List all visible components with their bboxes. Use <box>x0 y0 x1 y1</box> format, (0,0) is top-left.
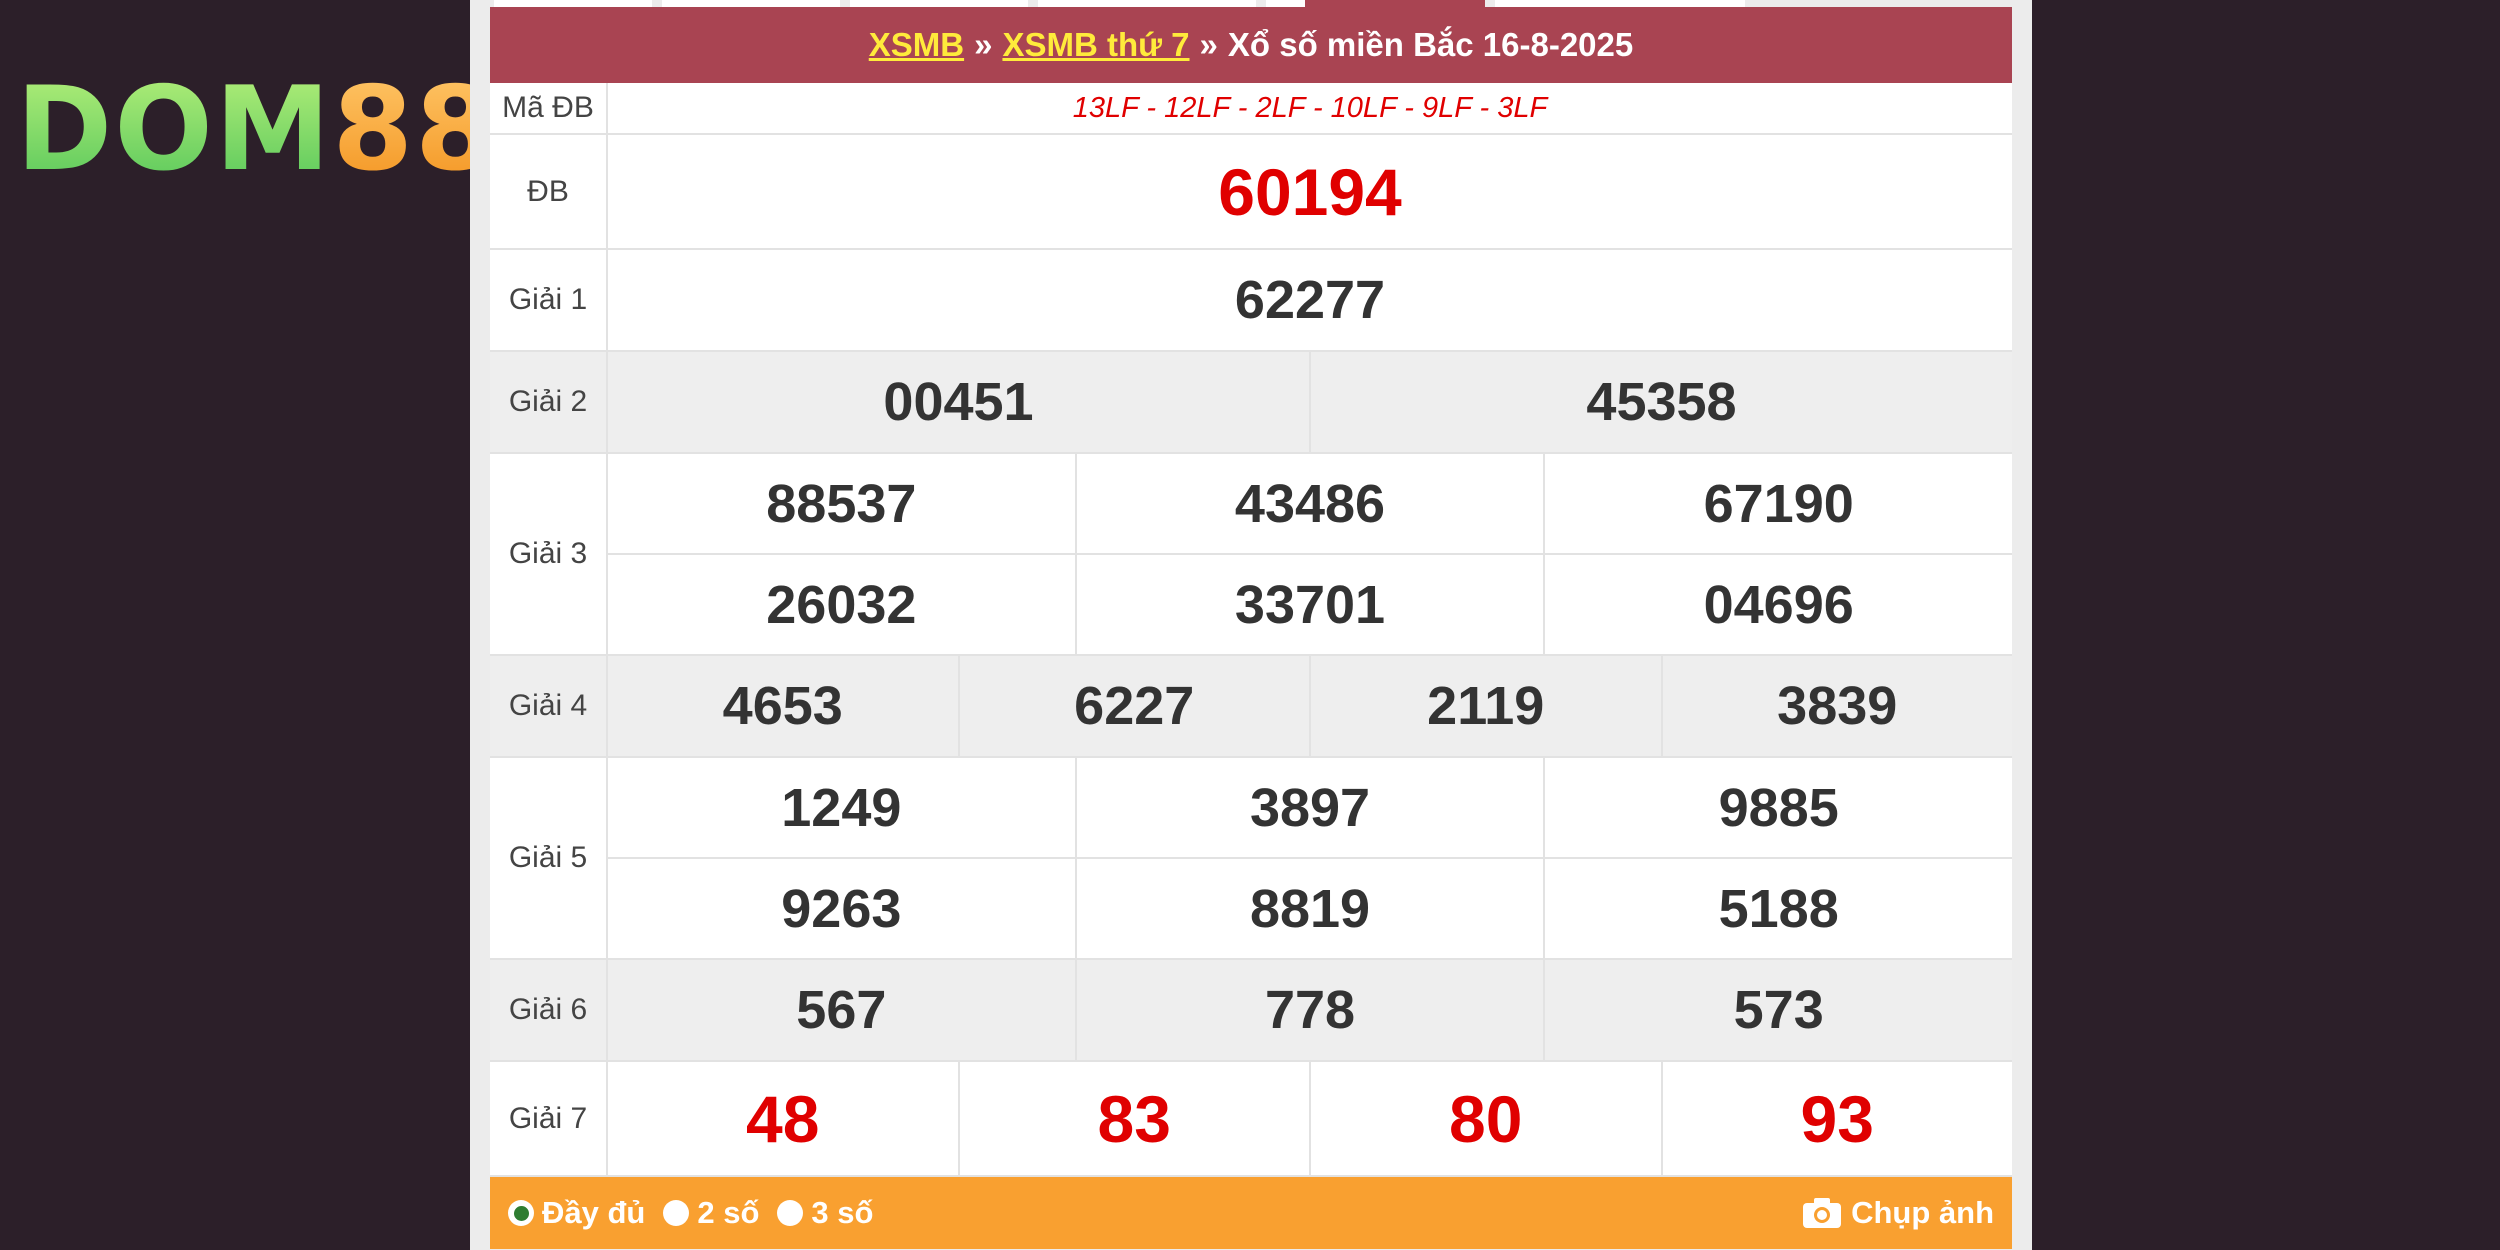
number-cell: 04696 <box>1543 555 2012 654</box>
number-cell: 3839 <box>1660 656 2013 756</box>
row-label: Giải 7 <box>490 1062 608 1175</box>
logo-text-dom: DOM <box>16 62 333 197</box>
row-label: Giải 6 <box>490 960 608 1060</box>
tab-3[interactable] <box>850 0 1028 7</box>
option-label: 2 số <box>697 1195 760 1230</box>
display-options-bar: Đầy đủ 2 số 3 số Chụp ảnh <box>490 1177 2012 1249</box>
option-full[interactable]: Đầy đủ <box>508 1195 645 1231</box>
row-ma-db: Mã ĐB 13LF - 12LF - 2LF - 10LF - 9LF - 3… <box>490 83 2012 135</box>
camera-icon <box>1803 1198 1842 1228</box>
number-cell: 5188 <box>1543 859 2012 958</box>
row-giai-7: Giải 7 48 83 80 93 <box>490 1062 2012 1177</box>
row-label: Giải 4 <box>490 656 608 756</box>
row-label: Giải 5 <box>490 758 608 958</box>
breadcrumb-separator: » <box>974 26 993 63</box>
number-cell: 26032 <box>766 574 917 635</box>
breadcrumb: XSMB » XSMB thứ 7 » Xổ số miền Bắc 16-8-… <box>490 7 2012 83</box>
breadcrumb-separator: » <box>1199 26 1218 63</box>
row-label: Giải 1 <box>490 250 608 350</box>
row-db: ĐB 60194 <box>490 135 2012 250</box>
number-cell: 43486 <box>1074 454 1544 553</box>
tab-2[interactable] <box>662 0 840 7</box>
row-giai-5: Giải 5 1249 3897 9885 9263 8819 5188 <box>490 758 2012 960</box>
breadcrumb-xsmb-link[interactable]: XSMB <box>869 26 964 64</box>
results-panel: XSMB » XSMB thứ 7 » Xổ số miền Bắc 16-8-… <box>470 0 2032 1250</box>
number-cell: 45358 <box>1309 352 2012 452</box>
radio-selected-icon[interactable] <box>508 1200 534 1226</box>
capture-button[interactable]: Chụp ảnh <box>1801 1195 1994 1231</box>
number-cell-red: 80 <box>1309 1062 1661 1175</box>
page-title: Xổ số miền Bắc 16-8-2025 <box>1227 26 1634 63</box>
ma-db-value: 13LF - 12LF - 2LF - 10LF - 9LF - 3LF <box>1072 91 1548 124</box>
number-cell: 00451 <box>883 372 1034 432</box>
capture-label: Chụp ảnh <box>1851 1195 1994 1230</box>
brand-logo: DOM88 <box>16 72 498 188</box>
number-cell: 567 <box>796 980 887 1040</box>
option-label: Đầy đủ <box>542 1195 646 1230</box>
number-cell: 1249 <box>781 777 902 838</box>
number-cell-red: 93 <box>1660 1062 2013 1175</box>
results-table: XSMB » XSMB thứ 7 » Xổ số miền Bắc 16-8-… <box>490 7 2012 1249</box>
row-giai-6: Giải 6 567 778 573 <box>490 960 2012 1062</box>
number-cell: 4653 <box>722 676 843 736</box>
row-label: ĐB <box>490 135 608 248</box>
number-cell: 573 <box>1543 960 2012 1060</box>
number-cell: 9263 <box>781 878 902 939</box>
row-giai-4: Giải 4 4653 6227 2119 3839 <box>490 656 2012 758</box>
number-cell: 9885 <box>1543 758 2012 857</box>
row-label: Giải 2 <box>490 352 608 452</box>
tab-4[interactable] <box>1038 0 1256 7</box>
option-label: 3 số <box>811 1195 874 1230</box>
tab-6[interactable] <box>1495 0 1745 7</box>
option-3-digits[interactable]: 3 số <box>777 1195 873 1231</box>
number-cell: 33701 <box>1074 555 1544 654</box>
number-cell-red: 48 <box>746 1081 820 1156</box>
row-giai-1: Giải 1 62277 <box>490 250 2012 352</box>
number-cell-db: 60194 <box>1218 154 1402 229</box>
number-cell: 67190 <box>1543 454 2012 553</box>
option-2-digits[interactable]: 2 số <box>663 1195 759 1231</box>
row-giai-3: Giải 3 88537 43486 67190 26032 33701 046… <box>490 454 2012 656</box>
number-cell-red: 83 <box>957 1062 1310 1175</box>
row-label: Giải 3 <box>490 454 608 654</box>
row-label: Mã ĐB <box>490 83 608 133</box>
number-cell: 6227 <box>957 656 1310 756</box>
radio-icon[interactable] <box>777 1200 804 1226</box>
number-cell: 778 <box>1074 960 1544 1060</box>
tab-active[interactable] <box>1305 0 1485 7</box>
row-giai-2: Giải 2 00451 45358 <box>490 352 2012 454</box>
radio-icon[interactable] <box>663 1200 690 1226</box>
number-cell: 88537 <box>766 473 917 534</box>
number-cell: 2119 <box>1309 656 1661 756</box>
number-cell: 3897 <box>1074 758 1544 857</box>
number-cell: 8819 <box>1074 859 1544 958</box>
number-cell: 62277 <box>1234 270 1386 330</box>
tab-1[interactable] <box>494 0 652 7</box>
breadcrumb-xsmb-thu7-link[interactable]: XSMB thứ 7 <box>1002 26 1189 64</box>
